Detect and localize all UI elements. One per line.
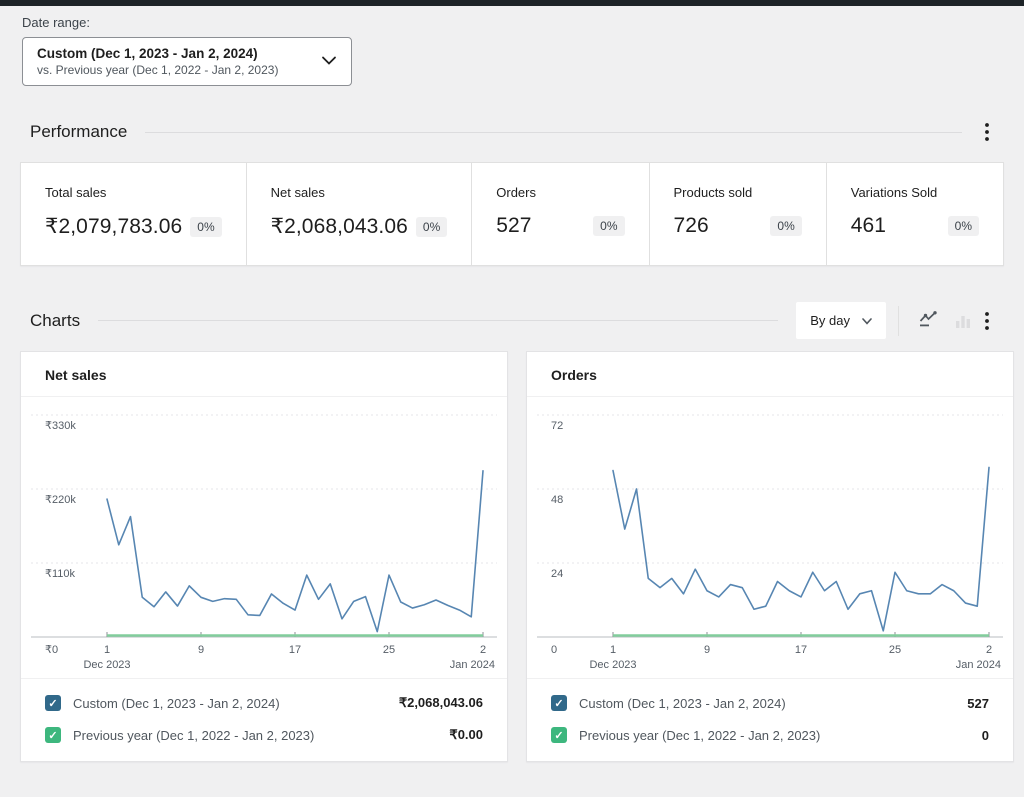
chart-plot: ₹330k ₹220k ₹110k ₹0 1 Dec 2023 9 17 25 2 Jan 2024 bbox=[31, 399, 497, 673]
chart-title: Net sales bbox=[21, 352, 507, 397]
chevron-down-icon bbox=[321, 53, 337, 71]
stat-value: 726 bbox=[674, 214, 709, 238]
chart-legend: ✓ Custom (Dec 1, 2023 - Jan 2, 2024) 527… bbox=[527, 678, 1013, 761]
charts-row: Net sales ₹330k₹220k₹110k₹01Dec 20239172… bbox=[20, 351, 1004, 762]
checkbox-checked-icon[interactable]: ✓ bbox=[45, 695, 61, 711]
legend-value: ₹2,068,043.06 bbox=[399, 695, 483, 711]
orders-chart-card: Orders 72 48 24 0 1 Dec 2023 9 17 25 2 Jan 2024 ✓ … bbox=[526, 351, 1014, 762]
performance-stats-row: Total sales ₹2,079,783.06 0% Net sales ₹… bbox=[20, 162, 1004, 266]
stat-label: Total sales bbox=[45, 185, 222, 200]
svg-text:Dec 2023: Dec 2023 bbox=[83, 659, 130, 671]
svg-text:₹220k: ₹220k bbox=[45, 494, 76, 506]
stat-card-total-sales[interactable]: Total sales ₹2,079,783.06 0% bbox=[21, 163, 247, 265]
stat-label: Net sales bbox=[271, 185, 448, 200]
line-chart-icon[interactable] bbox=[916, 308, 941, 333]
stat-card-variations-sold[interactable]: Variations Sold 461 0% bbox=[827, 163, 1003, 265]
stat-card-net-sales[interactable]: Net sales ₹2,068,043.06 0% bbox=[247, 163, 473, 265]
chart-title: Orders bbox=[527, 352, 1013, 397]
charts-kebab-menu-icon[interactable] bbox=[980, 309, 994, 333]
svg-text:24: 24 bbox=[551, 568, 563, 580]
stat-delta-badge: 0% bbox=[416, 217, 447, 237]
checkbox-checked-icon[interactable]: ✓ bbox=[551, 727, 567, 743]
date-range-label: Date range: bbox=[22, 15, 1024, 30]
performance-section-header: Performance bbox=[30, 120, 994, 144]
net-sales-chart[interactable]: ₹330k ₹220k ₹110k ₹0 1 Dec 2023 9 17 25 2 Jan 2024 bbox=[21, 397, 507, 678]
stat-value: 461 bbox=[851, 214, 886, 238]
checkbox-checked-icon[interactable]: ✓ bbox=[551, 695, 567, 711]
stat-label: Variations Sold bbox=[851, 185, 979, 200]
section-divider bbox=[145, 132, 962, 133]
stat-value: ₹2,079,783.06 bbox=[45, 214, 182, 239]
legend-label: Custom (Dec 1, 2023 - Jan 2, 2024) bbox=[73, 696, 399, 711]
stat-card-orders[interactable]: Orders 527 0% bbox=[472, 163, 649, 265]
interval-select[interactable]: By day bbox=[796, 302, 886, 339]
stat-delta-badge: 0% bbox=[948, 216, 979, 236]
legend-row-previous-year[interactable]: ✓ Previous year (Dec 1, 2022 - Jan 2, 20… bbox=[527, 719, 1013, 751]
orders-chart[interactable]: 72 48 24 0 1 Dec 2023 9 17 25 2 Jan 2024 bbox=[527, 397, 1013, 678]
charts-section-header: Charts By day bbox=[30, 302, 994, 339]
stat-card-products-sold[interactable]: Products sold 726 0% bbox=[650, 163, 827, 265]
legend-value: 527 bbox=[967, 696, 989, 711]
stat-delta-badge: 0% bbox=[190, 217, 221, 237]
svg-text:25: 25 bbox=[889, 644, 901, 656]
svg-text:Dec 2023: Dec 2023 bbox=[589, 659, 636, 671]
net-sales-chart-card: Net sales ₹330k ₹220k ₹110k ₹0 1 Dec 2023 9 17 2… bbox=[20, 351, 508, 762]
svg-text:9: 9 bbox=[704, 644, 710, 656]
chevron-down-icon bbox=[862, 313, 872, 328]
chart-plot: 72 48 24 0 1 Dec 2023 9 17 25 2 Jan 2024 bbox=[537, 399, 1003, 673]
stat-label: Orders bbox=[496, 185, 624, 200]
svg-text:₹110k: ₹110k bbox=[45, 568, 76, 580]
svg-text:48: 48 bbox=[551, 494, 563, 506]
chart-legend: ✓ Custom (Dec 1, 2023 - Jan 2, 2024) ₹2,… bbox=[21, 678, 507, 761]
charts-title: Charts bbox=[30, 311, 80, 331]
stat-delta-badge: 0% bbox=[770, 216, 801, 236]
svg-text:9: 9 bbox=[198, 644, 204, 656]
svg-text:₹0: ₹0 bbox=[45, 644, 58, 656]
stat-value: 527 bbox=[496, 214, 531, 238]
svg-text:1: 1 bbox=[104, 644, 110, 656]
legend-label: Custom (Dec 1, 2023 - Jan 2, 2024) bbox=[579, 696, 967, 711]
admin-top-bar bbox=[0, 0, 1024, 6]
legend-row-previous-year[interactable]: ✓ Previous year (Dec 1, 2022 - Jan 2, 20… bbox=[21, 719, 507, 751]
stat-delta-badge: 0% bbox=[593, 216, 624, 236]
svg-text:2: 2 bbox=[480, 644, 486, 656]
date-range-primary: Custom (Dec 1, 2023 - Jan 2, 2024) bbox=[37, 46, 278, 61]
svg-text:25: 25 bbox=[383, 644, 395, 656]
svg-text:Jan 2024: Jan 2024 bbox=[956, 659, 1001, 671]
svg-text:0: 0 bbox=[551, 644, 557, 656]
legend-value: 0 bbox=[982, 728, 989, 743]
svg-text:17: 17 bbox=[289, 644, 301, 656]
stat-label: Products sold bbox=[674, 185, 802, 200]
performance-title: Performance bbox=[30, 122, 127, 142]
legend-row-custom[interactable]: ✓ Custom (Dec 1, 2023 - Jan 2, 2024) ₹2,… bbox=[21, 687, 507, 719]
performance-kebab-menu-icon[interactable] bbox=[980, 120, 994, 144]
legend-label: Previous year (Dec 1, 2022 - Jan 2, 2023… bbox=[579, 728, 982, 743]
svg-text:2: 2 bbox=[986, 644, 992, 656]
checkbox-checked-icon[interactable]: ✓ bbox=[45, 727, 61, 743]
date-range-picker[interactable]: Custom (Dec 1, 2023 - Jan 2, 2024) vs. P… bbox=[22, 37, 352, 86]
stat-value: ₹2,068,043.06 bbox=[271, 214, 408, 239]
bar-chart-icon[interactable] bbox=[951, 309, 975, 333]
svg-text:₹330k: ₹330k bbox=[45, 420, 76, 432]
svg-text:72: 72 bbox=[551, 420, 563, 432]
date-range-comparison: vs. Previous year (Dec 1, 2022 - Jan 2, … bbox=[37, 63, 278, 77]
svg-text:Jan 2024: Jan 2024 bbox=[450, 659, 495, 671]
legend-value: ₹0.00 bbox=[449, 727, 483, 743]
section-divider bbox=[98, 320, 778, 321]
legend-label: Previous year (Dec 1, 2022 - Jan 2, 2023… bbox=[73, 728, 449, 743]
legend-row-custom[interactable]: ✓ Custom (Dec 1, 2023 - Jan 2, 2024) 527 bbox=[527, 687, 1013, 719]
svg-text:1: 1 bbox=[610, 644, 616, 656]
svg-text:17: 17 bbox=[795, 644, 807, 656]
interval-select-value: By day bbox=[810, 313, 850, 328]
controls-divider bbox=[898, 306, 899, 336]
